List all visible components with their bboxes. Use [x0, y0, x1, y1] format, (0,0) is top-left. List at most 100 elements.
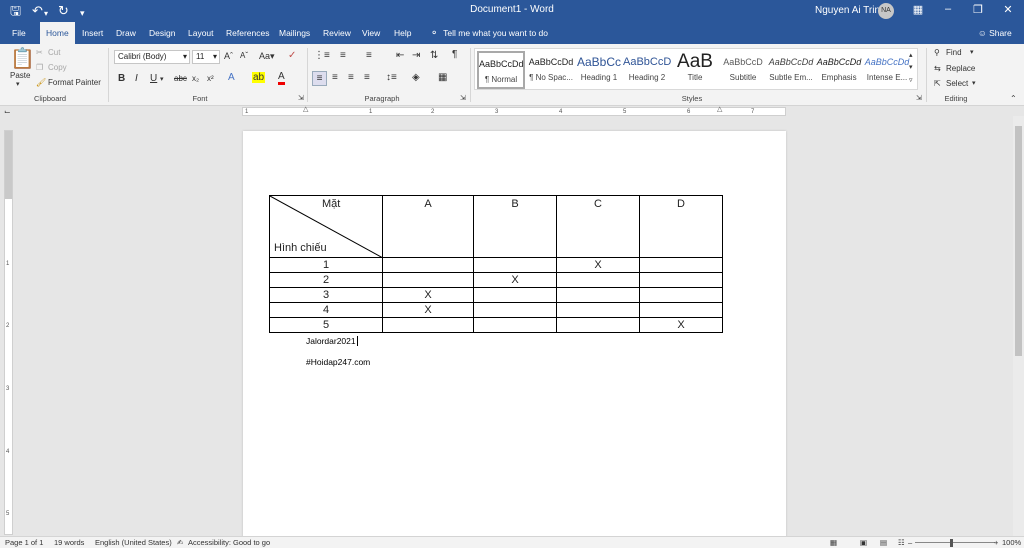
style-intense-emphasis[interactable]: AaBbCcDd Intense E...	[863, 51, 911, 89]
table-row-label[interactable]: 3	[269, 287, 383, 303]
tab-help[interactable]: Help	[388, 22, 417, 44]
tab-design[interactable]: Design	[143, 22, 181, 44]
styles-dialog-launcher-icon[interactable]: ⇲	[916, 94, 922, 102]
table-cell[interactable]	[382, 317, 474, 333]
table-cell[interactable]	[473, 317, 557, 333]
tab-view[interactable]: View	[356, 22, 386, 44]
increase-indent-icon[interactable]: ⇥	[412, 50, 420, 61]
table-cell[interactable]	[473, 287, 557, 303]
underline-icon[interactable]: U	[150, 73, 157, 84]
horizontal-ruler[interactable]: 1 1 2 3 4 5 6 7 △ △	[242, 106, 786, 116]
minimize-icon[interactable]: –	[940, 3, 956, 15]
font-size-select[interactable]: 11 ▾	[192, 50, 220, 64]
styles-scroll-down-icon[interactable]: ▾	[909, 63, 913, 71]
tab-selector-icon[interactable]: ⌙	[4, 107, 11, 116]
table-cell[interactable]: X	[382, 302, 474, 318]
table-cell[interactable]: X	[639, 317, 723, 333]
table-header-cell[interactable]: C	[556, 195, 640, 258]
tab-home[interactable]: Home	[40, 22, 75, 44]
decrease-indent-icon[interactable]: ⇤	[396, 50, 404, 61]
subscript-icon[interactable]: x₂	[192, 74, 199, 83]
multilevel-list-icon[interactable]: ≡	[366, 50, 372, 61]
table-header-cell[interactable]: B	[473, 195, 557, 258]
tab-review[interactable]: Review	[317, 22, 357, 44]
grow-font-icon[interactable]: Aˆ	[224, 51, 233, 61]
close-icon[interactable]: ✕	[1000, 3, 1016, 16]
share-button[interactable]: ☺ Share	[978, 22, 1012, 44]
tab-draw[interactable]: Draw	[110, 22, 142, 44]
zoom-level[interactable]: 100%	[1002, 538, 1021, 547]
table-cell[interactable]	[556, 272, 640, 288]
change-case-icon[interactable]: Aa▾	[259, 51, 275, 62]
copy-button[interactable]: Copy	[48, 63, 67, 72]
web-layout-icon[interactable]: ☷	[898, 538, 905, 547]
styles-more-icon[interactable]: ▿	[909, 76, 913, 84]
table-cell[interactable]	[639, 257, 723, 273]
underline-dropdown-icon[interactable]: ▾	[160, 75, 164, 83]
shading-icon[interactable]: ◈	[412, 72, 420, 83]
tab-file[interactable]: File	[6, 22, 32, 44]
style-emphasis[interactable]: AaBbCcDd Emphasis	[815, 51, 863, 89]
style-normal[interactable]: AaBbCcDd ¶ Normal	[477, 51, 525, 89]
table-cell[interactable]	[473, 257, 557, 273]
italic-icon[interactable]: I	[135, 73, 138, 84]
zoom-in-icon[interactable]: +	[994, 538, 998, 547]
table-row-label[interactable]: 4	[269, 302, 383, 318]
page-count[interactable]: Page 1 of 1	[5, 538, 43, 547]
paragraph-dialog-launcher-icon[interactable]: ⇲	[460, 94, 466, 102]
format-painter-button[interactable]: Format Painter	[48, 78, 101, 87]
show-formatting-icon[interactable]: ¶	[452, 49, 457, 60]
table-cell[interactable]: X	[382, 287, 474, 303]
strikethrough-icon[interactable]: abc	[174, 74, 187, 83]
bold-icon[interactable]: B	[118, 73, 125, 84]
accessibility-status[interactable]: Accessibility: Good to go	[188, 538, 270, 547]
user-name[interactable]: Nguyen Ai Trinh	[815, 5, 886, 16]
zoom-slider[interactable]	[915, 542, 995, 543]
table-corner-cell[interactable]: Mặt Hình chiếu	[269, 195, 383, 258]
styles-scroll-up-icon[interactable]: ▴	[909, 51, 913, 59]
tab-insert[interactable]: Insert	[76, 22, 109, 44]
paragraph-line-1[interactable]: Jalordar2021	[306, 336, 358, 346]
style-heading-1[interactable]: AaBbCc Heading 1	[575, 51, 623, 89]
table-header-cell[interactable]: A	[382, 195, 474, 258]
line-spacing-icon[interactable]: ↕≡	[386, 72, 397, 83]
style-subtle-emphasis[interactable]: AaBbCcDd Subtle Em...	[767, 51, 815, 89]
font-dialog-launcher-icon[interactable]: ⇲	[298, 94, 304, 102]
right-indent-marker-icon[interactable]: △	[717, 106, 722, 114]
find-button[interactable]: Find	[946, 48, 962, 57]
read-mode-icon[interactable]: ▣	[860, 538, 867, 547]
zoom-slider-knob[interactable]	[950, 539, 953, 547]
style-heading-2[interactable]: AaBbCcD Heading 2	[623, 51, 671, 89]
highlight-icon[interactable]: ab	[252, 72, 266, 83]
paste-icon[interactable]: 📋	[10, 46, 35, 71]
table-row-label[interactable]: 5	[269, 317, 383, 333]
font-name-select[interactable]: Calibri (Body) ▾	[114, 50, 190, 64]
numbering-icon[interactable]: ≡	[340, 50, 346, 61]
paragraph-line-2[interactable]: #Hoidap247.com	[306, 357, 370, 367]
shrink-font-icon[interactable]: Aˇ	[240, 51, 248, 60]
focus-icon[interactable]: ▦	[830, 538, 837, 547]
justify-icon[interactable]: ≡	[364, 72, 370, 83]
align-right-icon[interactable]: ≡	[348, 72, 354, 83]
tab-mailings[interactable]: Mailings	[273, 22, 316, 44]
paste-dropdown-icon[interactable]: ▾	[16, 80, 20, 88]
zoom-out-icon[interactable]: –	[908, 538, 912, 547]
vertical-ruler[interactable]: 1 2 3 4 5	[4, 130, 13, 535]
sort-icon[interactable]: ⇅	[430, 50, 438, 61]
document-page[interactable]: Mặt Hình chiếu A B C D 1 X 2 X 3 X 4 X 5…	[243, 131, 786, 541]
select-dropdown-icon[interactable]: ▾	[972, 79, 976, 87]
table-row-label[interactable]: 2	[269, 272, 383, 288]
table-cell[interactable]	[639, 302, 723, 318]
tab-references[interactable]: References	[220, 22, 275, 44]
table-cell[interactable]: X	[473, 272, 557, 288]
style-title[interactable]: AaB Title	[671, 51, 719, 89]
tab-layout[interactable]: Layout	[182, 22, 220, 44]
avatar[interactable]: NA	[878, 3, 894, 19]
table-cell[interactable]	[556, 317, 640, 333]
indent-marker-icon[interactable]: △	[303, 106, 308, 114]
word-count[interactable]: 19 words	[54, 538, 84, 547]
table-cell[interactable]	[639, 287, 723, 303]
table-row-label[interactable]: 1	[269, 257, 383, 273]
borders-icon[interactable]: ▦	[438, 72, 447, 83]
table-cell[interactable]	[382, 272, 474, 288]
